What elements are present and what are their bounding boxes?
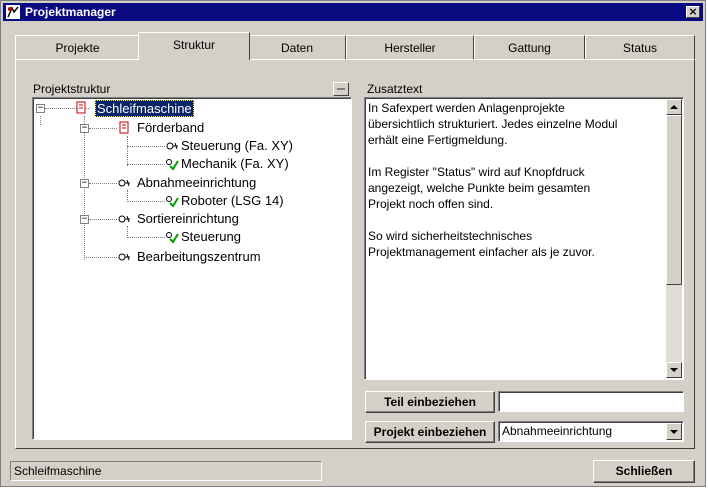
- tree-expander[interactable]: −: [80, 215, 89, 224]
- projekt-select[interactable]: Abnahmeeinrichtung: [498, 421, 684, 442]
- zusatztext-content: In Safexpert werden Anlagenprojekte über…: [368, 101, 618, 259]
- tab-projekte[interactable]: Projekte: [15, 35, 140, 59]
- component-checked-icon: [166, 232, 179, 244]
- project-icon: [119, 121, 129, 134]
- teil-einbeziehen-button[interactable]: Teil einbeziehen: [365, 391, 495, 413]
- scrollbar[interactable]: [666, 99, 682, 378]
- schliessen-button[interactable]: Schließen: [593, 460, 695, 483]
- arrow-down-icon: [670, 368, 678, 372]
- component-checked-icon: [166, 159, 179, 171]
- component-icon: [118, 215, 130, 223]
- arrow-up-icon: [670, 105, 678, 109]
- component-checked-icon: [166, 196, 179, 208]
- tree-expander[interactable]: −: [80, 179, 89, 188]
- component-icon: [166, 142, 178, 150]
- project-tree[interactable]: − − − − Schleifmaschine Förderband Steue…: [32, 97, 352, 440]
- dropdown-button[interactable]: [666, 423, 682, 440]
- window-title: Projektmanager: [25, 5, 116, 19]
- tab-daten[interactable]: Daten: [248, 35, 346, 59]
- tree-node-sortiereinrichtung[interactable]: Sortiereinrichtung: [137, 211, 239, 226]
- tree-node-schleifmaschine[interactable]: Schleifmaschine: [95, 100, 194, 117]
- tab-hersteller[interactable]: Hersteller: [346, 35, 474, 59]
- tab-struktur[interactable]: Struktur: [138, 32, 250, 60]
- teil-input[interactable]: [498, 391, 684, 412]
- tab-status[interactable]: Status: [585, 35, 695, 59]
- tab-gattung[interactable]: Gattung: [474, 35, 585, 59]
- projekt-einbeziehen-button[interactable]: Projekt einbeziehen: [365, 421, 495, 443]
- status-field: Schleifmaschine: [10, 461, 322, 481]
- title-bar[interactable]: Projektmanager ×: [3, 3, 703, 21]
- tree-node-foerderband[interactable]: Förderband: [137, 120, 204, 135]
- app-icon: [6, 5, 20, 19]
- scroll-thumb[interactable]: [666, 115, 682, 285]
- tree-node-mechanik-fa-xy[interactable]: Mechanik (Fa. XY): [181, 156, 289, 171]
- zusatztext-textarea[interactable]: In Safexpert werden Anlagenprojekte über…: [364, 97, 684, 380]
- close-icon[interactable]: ×: [686, 6, 700, 18]
- scroll-up-button[interactable]: [666, 99, 682, 115]
- collapse-panel-button[interactable]: [333, 82, 349, 96]
- tree-node-steuerung-fa-xy[interactable]: Steuerung (Fa. XY): [181, 138, 293, 153]
- scroll-down-button[interactable]: [666, 362, 682, 378]
- zusatztext-label: Zusatztext: [367, 82, 423, 96]
- tree-expander[interactable]: −: [36, 104, 45, 113]
- projekt-select-value: Abnahmeeinrichtung: [502, 424, 613, 438]
- tree-node-steuerung[interactable]: Steuerung: [181, 229, 241, 244]
- project-icon: [76, 101, 86, 114]
- projektstruktur-label: Projektstruktur: [33, 82, 111, 96]
- tree-node-roboter-lsg-14[interactable]: Roboter (LSG 14): [181, 193, 284, 208]
- projektmanager-window: Projektmanager × Projekte Daten Herstell…: [0, 0, 706, 487]
- tree-node-abnahmeeinrichtung[interactable]: Abnahmeeinrichtung: [137, 175, 256, 190]
- component-icon: [118, 253, 130, 261]
- minimize-icon: [337, 88, 345, 90]
- component-icon: [118, 179, 130, 187]
- tree-node-bearbeitungszentrum[interactable]: Bearbeitungszentrum: [137, 249, 261, 264]
- chevron-down-icon: [670, 430, 678, 434]
- tree-expander[interactable]: −: [80, 124, 89, 133]
